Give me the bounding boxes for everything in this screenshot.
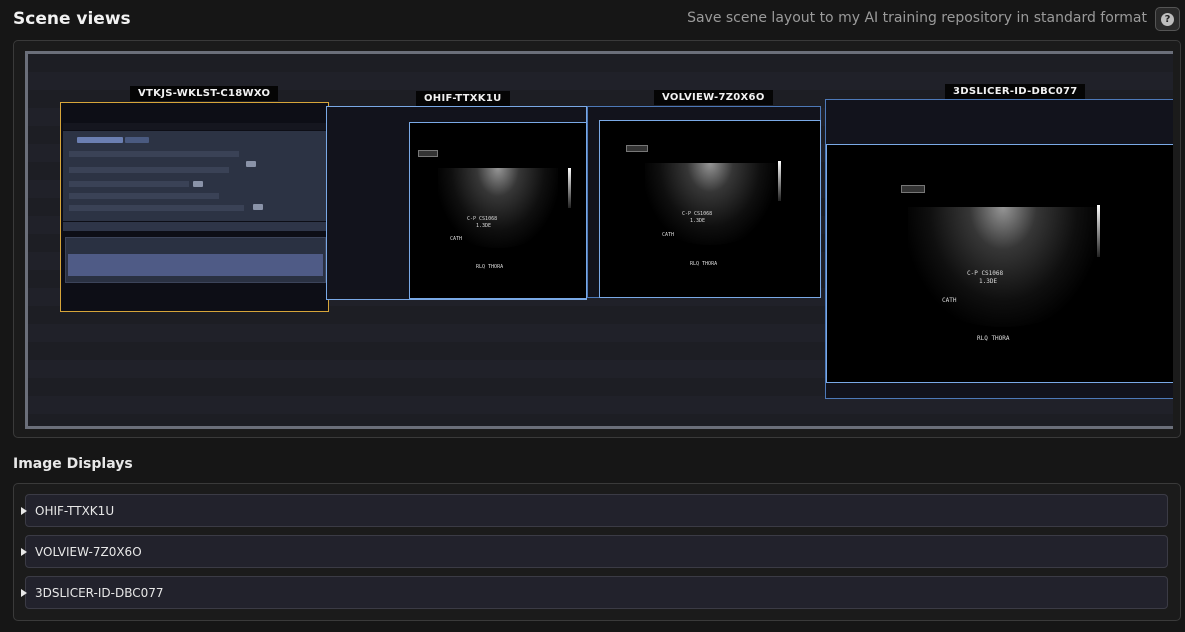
mini-pill	[253, 204, 263, 210]
ultrasound-text-2: 1.3DE	[690, 218, 706, 224]
question-icon: ?	[1161, 12, 1174, 26]
ultrasound-tag	[626, 145, 648, 152]
mini-pill	[77, 137, 123, 143]
expand-caret-icon[interactable]	[21, 588, 27, 597]
depth-scale	[778, 161, 781, 201]
mini-panel	[63, 131, 326, 221]
mini-fill	[68, 254, 323, 276]
view-vtkjs[interactable]	[60, 102, 329, 312]
mini-pill	[193, 181, 203, 187]
expand-caret-icon[interactable]	[21, 547, 27, 556]
ultrasound-fan	[908, 207, 1098, 327]
view-label-3dslicer: 3DSLICER-ID-DBC077	[945, 84, 1086, 99]
mini-row	[69, 193, 219, 199]
mini-row	[69, 167, 229, 173]
ultrasound-text-1: C-P CS1068	[682, 211, 713, 217]
ultrasound-tag	[418, 150, 438, 157]
mini-row	[69, 151, 239, 157]
expand-caret-icon[interactable]	[21, 506, 27, 515]
view-3dslicer[interactable]: C-P CS1068 1.3DE CATH RLQ THORA	[826, 144, 1173, 383]
page-title: Scene views	[13, 9, 131, 29]
depth-scale	[1097, 205, 1100, 257]
display-item-volview[interactable]: VOLVIEW-7Z0X6O	[21, 535, 1168, 568]
mini-row	[69, 205, 244, 211]
ultrasound-text-1: C-P CS1068	[967, 270, 1004, 277]
display-item-3dslicer[interactable]: 3DSLICER-ID-DBC077	[21, 576, 1168, 609]
ultrasound-text-4: RLQ THORA	[476, 264, 504, 270]
depth-scale	[568, 168, 571, 208]
mini-pill	[246, 161, 256, 167]
display-item-ohif[interactable]: OHIF-TTXK1U	[21, 494, 1168, 527]
ultrasound-text-1: C-P CS1068	[467, 216, 498, 222]
save-layout-link[interactable]: Save scene layout to my AI training repo…	[687, 10, 1147, 26]
ultrasound-text-2: 1.3DE	[979, 278, 998, 285]
image-displays-title: Image Displays	[13, 456, 133, 472]
view-label-vtkjs: VTKJS-WKLST-C18WXO	[130, 86, 279, 101]
view-label-volview: VOLVIEW-7Z0X6O	[654, 90, 773, 105]
scene-canvas[interactable]: VTKJS-WKLST-C18WXO OHIF-TTXK1U VOLVIEW-7…	[25, 51, 1173, 429]
image-displays-panel: OHIF-TTXK1U VOLVIEW-7Z0X6O 3DSLICER-ID-D…	[13, 483, 1181, 621]
ultrasound-tag	[901, 185, 925, 193]
mini-row	[69, 181, 189, 187]
ultrasound-text-3: CATH	[942, 297, 957, 304]
view-ohif[interactable]: C-P CS1068 1.3DE CATH RLQ THORA	[409, 122, 587, 299]
display-item-label: VOLVIEW-7Z0X6O	[35, 544, 142, 559]
mini-pill	[125, 137, 149, 143]
ultrasound-text-4: RLQ THORA	[977, 335, 1010, 342]
mini-box	[65, 237, 326, 283]
mini-strip	[63, 222, 326, 231]
scene-panel: VTKJS-WKLST-C18WXO OHIF-TTXK1U VOLVIEW-7…	[13, 40, 1181, 438]
ultrasound-text-2: 1.3DE	[476, 223, 492, 229]
ultrasound-text-3: CATH	[450, 236, 463, 242]
display-item-label: 3DSLICER-ID-DBC077	[35, 585, 164, 600]
help-button[interactable]: ?	[1155, 7, 1180, 31]
view-label-ohif: OHIF-TTXK1U	[416, 91, 510, 106]
view-volview[interactable]: C-P CS1068 1.3DE CATH RLQ THORA	[599, 120, 821, 298]
ultrasound-text-4: RLQ THORA	[690, 261, 718, 267]
ultrasound-text-3: CATH	[662, 232, 675, 238]
display-item-label: OHIF-TTXK1U	[35, 503, 115, 518]
mini-header	[63, 123, 326, 130]
